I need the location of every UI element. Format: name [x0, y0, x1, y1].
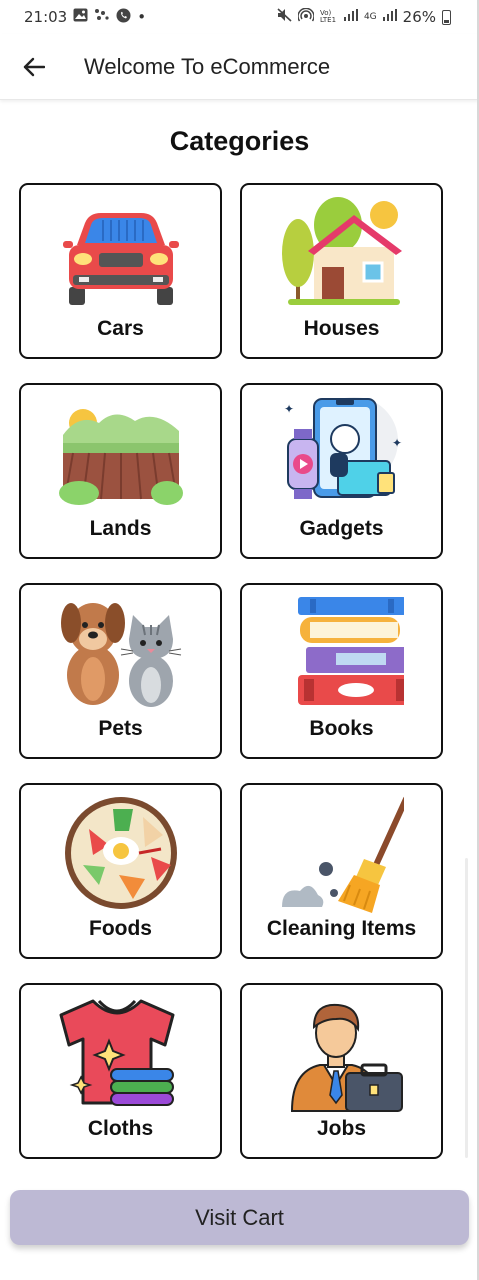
battery-icon [442, 9, 451, 25]
shirt-icon [59, 999, 174, 1106]
category-card-cleaning-items[interactable]: Cleaning Items [240, 783, 443, 959]
network-label: Vo) LTE1 [319, 9, 337, 24]
books-icon [297, 597, 404, 705]
svg-text:✦: ✦ [392, 436, 402, 450]
category-label: Jobs [316, 1117, 366, 1140]
back-button[interactable] [14, 47, 54, 87]
battery-percent: 26% [402, 8, 436, 26]
category-label: Books [309, 717, 374, 740]
category-label: Cars [97, 317, 144, 340]
hotspot-icon [297, 7, 315, 27]
scrollbar[interactable] [465, 858, 468, 1158]
gadgets-icon: ✦ ✦ [284, 397, 402, 499]
gallery-icon [73, 8, 88, 26]
house-icon [281, 197, 402, 305]
categories-grid: Cars Houses Lands ✦ ✦ Gadgets Pets Books… [19, 183, 443, 1159]
status-dot: • [137, 8, 147, 26]
category-label: Houses [303, 317, 380, 340]
signal-icon-2 [382, 9, 397, 25]
land-icon [58, 409, 183, 505]
category-card-lands[interactable]: Lands [19, 383, 222, 559]
category-card-books[interactable]: Books [240, 583, 443, 759]
category-label: Gadgets [299, 517, 384, 540]
category-card-cars[interactable]: Cars [19, 183, 222, 359]
network-type: 4G [363, 12, 377, 22]
svg-text:✦: ✦ [284, 402, 294, 416]
car-icon [62, 213, 179, 305]
category-card-foods[interactable]: Foods [19, 783, 222, 959]
broom-icon [281, 796, 404, 913]
status-time: 21:03 [24, 8, 68, 26]
section-title: Categories [169, 126, 310, 156]
category-card-houses[interactable]: Houses [240, 183, 443, 359]
category-label: Foods [89, 917, 152, 940]
status-left: 21:03 • [24, 8, 146, 27]
dots-icon [94, 8, 110, 26]
mute-icon [277, 8, 292, 26]
category-label: Lands [89, 517, 152, 540]
category-card-gadgets[interactable]: ✦ ✦ Gadgets [240, 383, 443, 559]
pets-icon [60, 603, 181, 707]
category-card-jobs[interactable]: Jobs [240, 983, 443, 1159]
app-title: Welcome To eCommerce [84, 53, 331, 79]
signal-icon [343, 9, 358, 25]
arrow-left-icon [23, 57, 45, 76]
status-bar: 21:03 • Vo) LTE1 4G 26% [0, 0, 479, 34]
food-bowl-icon [64, 797, 177, 909]
category-label: Cloths [87, 1117, 154, 1140]
whatsapp-icon [116, 8, 131, 27]
category-label: Pets [98, 717, 143, 740]
category-label: Cleaning Items [266, 917, 417, 940]
category-card-cloths[interactable]: Cloths [19, 983, 222, 1159]
visit-cart-button[interactable]: Visit Cart [10, 1190, 469, 1245]
status-right: Vo) LTE1 4G 26% [277, 7, 451, 27]
businessman-icon [290, 1003, 403, 1112]
category-card-pets[interactable]: Pets [19, 583, 222, 759]
app-bar: Welcome To eCommerce [0, 34, 479, 100]
